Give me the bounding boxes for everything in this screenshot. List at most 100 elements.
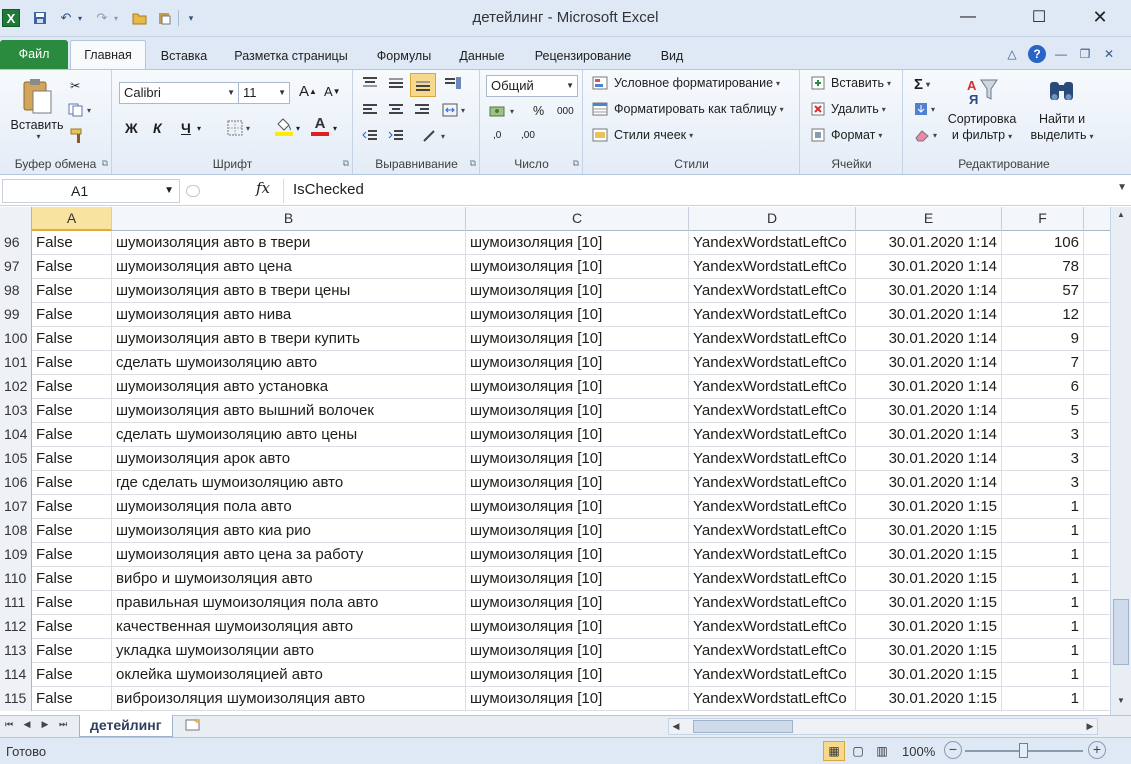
cell-f[interactable]: 57 [1002, 279, 1084, 303]
column-header-f[interactable]: F [1002, 207, 1084, 231]
cell-e[interactable]: 30.01.2020 1:15 [856, 567, 1002, 591]
cell-c[interactable]: шумоизоляция [10] [466, 255, 689, 279]
prev-sheet-icon[interactable]: ◀ [20, 719, 34, 730]
cell-e[interactable]: 30.01.2020 1:15 [856, 615, 1002, 639]
font-color-dropdown-icon[interactable]: ▾ [333, 124, 337, 133]
normal-view-icon[interactable]: ▦ [823, 741, 845, 761]
cell-a[interactable]: False [32, 663, 112, 687]
cell-e[interactable]: 30.01.2020 1:15 [856, 591, 1002, 615]
zoom-level[interactable]: 100% [902, 744, 935, 759]
cell-f[interactable]: 1 [1002, 519, 1084, 543]
underline-dropdown-icon[interactable]: ▾ [197, 124, 201, 133]
open-folder-icon[interactable] [130, 9, 148, 27]
align-middle-icon[interactable] [388, 76, 404, 90]
name-box[interactable]: A1 ▼ [2, 179, 180, 203]
cell-b[interactable]: шумоизоляция авто в твери [112, 231, 466, 255]
cell-d[interactable]: YandexWordstatLeftCo [689, 639, 856, 663]
increase-indent-icon[interactable] [388, 129, 404, 143]
cell-c[interactable]: шумоизоляция [10] [466, 447, 689, 471]
grow-font-button[interactable]: A ▲ [299, 83, 317, 100]
tab-page-layout[interactable]: Разметка страницы [222, 44, 360, 69]
cell-d[interactable]: YandexWordstatLeftCo [689, 279, 856, 303]
align-center-icon[interactable] [388, 103, 404, 117]
text-angle-icon[interactable]: ▾ [422, 129, 445, 143]
cell-f[interactable]: 1 [1002, 591, 1084, 615]
row-header[interactable]: 103 [0, 399, 32, 423]
redo-dropdown-icon[interactable]: ▾ [111, 9, 121, 27]
font-color-button[interactable]: A [311, 116, 329, 136]
shrink-font-button[interactable]: A ▼ [324, 84, 341, 99]
cell-f[interactable]: 5 [1002, 399, 1084, 423]
cell-a[interactable]: False [32, 351, 112, 375]
cell-c[interactable]: шумоизоляция [10] [466, 543, 689, 567]
paste-button[interactable]: Вставить ▾ [8, 76, 66, 141]
cell-b[interactable]: вибро и шумоизоляция авто [112, 567, 466, 591]
help-icon[interactable]: ? [1028, 45, 1046, 63]
cell-d[interactable]: YandexWordstatLeftCo [689, 303, 856, 327]
paste-qat-icon[interactable] [155, 9, 173, 27]
row-header[interactable]: 111 [0, 591, 32, 615]
cell-d[interactable]: YandexWordstatLeftCo [689, 543, 856, 567]
cell-c[interactable]: шумоизоляция [10] [466, 591, 689, 615]
align-right-icon[interactable] [414, 103, 430, 117]
cell-b[interactable]: шумоизоляция авто вышний волочек [112, 399, 466, 423]
fill-dropdown-icon[interactable]: ▾ [296, 124, 300, 133]
decrease-decimal-button[interactable]: ,00 [521, 130, 535, 141]
formula-input[interactable]: IsChecked [283, 179, 1111, 203]
cell-b[interactable]: шумоизоляция авто установка [112, 375, 466, 399]
cell-e[interactable]: 30.01.2020 1:14 [856, 423, 1002, 447]
italic-button[interactable]: К [153, 120, 162, 136]
row-header[interactable]: 102 [0, 375, 32, 399]
paste-dropdown-icon[interactable]: ▾ [36, 132, 40, 141]
cell-b[interactable]: шумоизоляция авто в твери купить [112, 327, 466, 351]
excel-icon[interactable]: X [2, 9, 20, 27]
cell-c[interactable]: шумоизоляция [10] [466, 423, 689, 447]
cell-a[interactable]: False [32, 255, 112, 279]
column-header-b[interactable]: B [112, 207, 466, 231]
vertical-scrollbar[interactable]: ▲ ▼ [1110, 207, 1131, 715]
currency-icon[interactable]: ▾ [489, 104, 514, 118]
cell-e[interactable]: 30.01.2020 1:14 [856, 399, 1002, 423]
delete-cells-button[interactable]: Удалить ▾ [811, 102, 886, 116]
column-header-a[interactable]: A [32, 207, 112, 231]
tab-file[interactable]: Файл [0, 40, 68, 69]
alignment-launcher-icon[interactable]: ⧉ [470, 158, 476, 169]
cell-e[interactable]: 30.01.2020 1:14 [856, 351, 1002, 375]
expand-formula-bar-icon[interactable]: ▼ [1117, 182, 1127, 193]
cell-b[interactable]: виброизоляция шумоизоляция авто [112, 687, 466, 711]
font-launcher-icon[interactable]: ⧉ [343, 158, 349, 169]
doc-close-icon[interactable]: ✕ [1100, 45, 1118, 63]
zoom-out-icon[interactable]: − [944, 741, 962, 759]
row-header[interactable]: 108 [0, 519, 32, 543]
redo-icon[interactable]: ↷ [93, 9, 111, 27]
maximize-button[interactable]: ☐ [1016, 0, 1062, 34]
cell-e[interactable]: 30.01.2020 1:15 [856, 543, 1002, 567]
cell-b[interactable]: сделать шумоизоляцию авто цены [112, 423, 466, 447]
chevron-down-icon[interactable]: ▼ [164, 180, 174, 202]
row-header[interactable]: 106 [0, 471, 32, 495]
cell-f[interactable]: 1 [1002, 615, 1084, 639]
cell-a[interactable]: False [32, 567, 112, 591]
cell-c[interactable]: шумоизоляция [10] [466, 303, 689, 327]
cell-d[interactable]: YandexWordstatLeftCo [689, 399, 856, 423]
tab-view[interactable]: Вид [650, 44, 694, 69]
cell-f[interactable]: 1 [1002, 543, 1084, 567]
cell-f[interactable]: 12 [1002, 303, 1084, 327]
undo-dropdown-icon[interactable]: ▾ [75, 9, 85, 27]
format-cells-button[interactable]: Формат ▾ [811, 128, 882, 142]
thousands-button[interactable]: 000 [557, 106, 574, 117]
cell-d[interactable]: YandexWordstatLeftCo [689, 591, 856, 615]
row-header[interactable]: 114 [0, 663, 32, 687]
cell-b[interactable]: шумоизоляция авто киа рио [112, 519, 466, 543]
cell-f[interactable]: 1 [1002, 639, 1084, 663]
next-sheet-icon[interactable]: ▶ [38, 719, 52, 730]
scroll-down-icon[interactable]: ▼ [1113, 693, 1129, 709]
cell-a[interactable]: False [32, 375, 112, 399]
tab-review[interactable]: Рецензирование [522, 44, 644, 69]
clear-button[interactable]: ▾ [914, 128, 937, 142]
cell-d[interactable]: YandexWordstatLeftCo [689, 495, 856, 519]
cell-e[interactable]: 30.01.2020 1:14 [856, 375, 1002, 399]
cell-b[interactable]: сделать шумоизоляцию авто [112, 351, 466, 375]
cell-f[interactable]: 106 [1002, 231, 1084, 255]
cell-a[interactable]: False [32, 495, 112, 519]
